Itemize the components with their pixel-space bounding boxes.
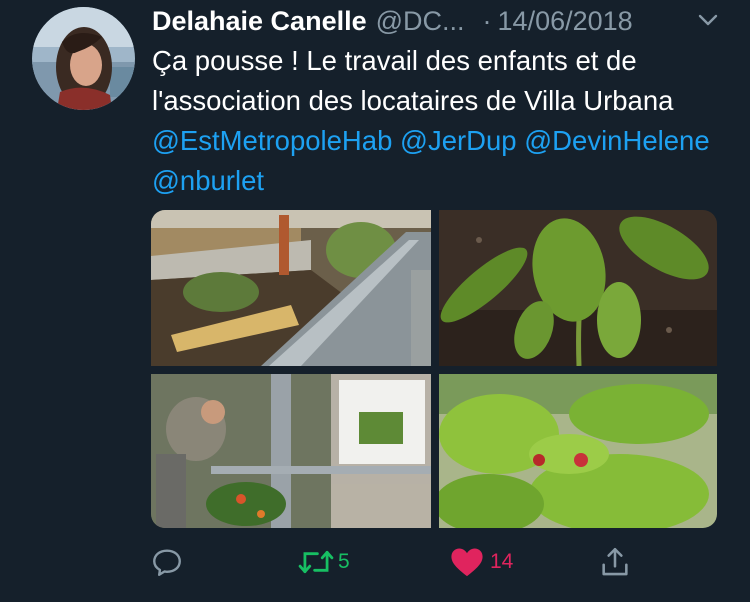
tweet-text: Ça pousse ! Le travail des enfants et de…: [152, 41, 722, 201]
garden-planter-photo: [151, 210, 431, 366]
author-name[interactable]: Delahaie Canelle: [152, 6, 367, 37]
like-button[interactable]: 14: [450, 540, 513, 584]
avatar-photo: [32, 7, 135, 110]
mention-link[interactable]: @JerDup: [400, 125, 517, 156]
pepper-plant-photo: [439, 210, 717, 366]
tweet-date[interactable]: 14/06/2018: [498, 6, 633, 37]
mention-link[interactable]: @nburlet: [152, 165, 264, 196]
tweet-body: Ça pousse ! Le travail des enfants et de…: [152, 45, 674, 116]
media-grid: [151, 210, 717, 528]
share-icon: [602, 547, 628, 576]
retweet-button[interactable]: 5: [298, 540, 350, 584]
media-photo-2[interactable]: [439, 210, 717, 366]
author-handle[interactable]: @DC...: [376, 6, 465, 37]
tweet-header: Delahaie Canelle @DC... · 14/06/2018: [152, 3, 722, 39]
heart-icon: [451, 548, 483, 577]
avatar[interactable]: [32, 7, 135, 110]
raspberry-plant-photo: [439, 374, 717, 528]
tweet-actions: 5 14: [150, 540, 750, 584]
reply-icon: [153, 549, 181, 576]
media-photo-3[interactable]: [151, 374, 431, 528]
chevron-down-icon[interactable]: [697, 10, 719, 30]
retweet-icon: [298, 550, 334, 574]
media-photo-4[interactable]: [439, 374, 717, 528]
mention-link[interactable]: @DevinHelene: [524, 125, 709, 156]
media-photo-1[interactable]: [151, 210, 431, 366]
share-button[interactable]: [598, 540, 632, 584]
separator-dot: ·: [482, 5, 492, 36]
mention-link[interactable]: @EstMetropoleHab: [152, 125, 392, 156]
gardener-photo: [151, 374, 431, 528]
retweet-count: 5: [338, 550, 350, 573]
reply-button[interactable]: [150, 540, 184, 584]
like-count: 14: [490, 550, 514, 573]
